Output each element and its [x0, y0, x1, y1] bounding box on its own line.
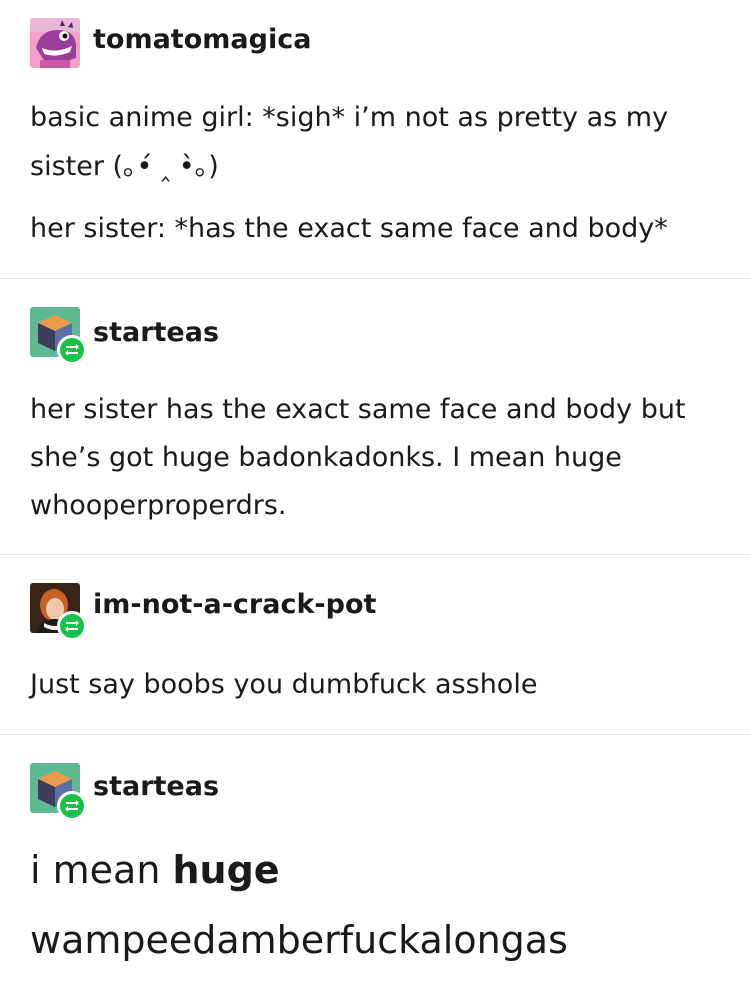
post-text-line: basic anime girl: *sigh* i’m not as pret… — [30, 102, 669, 133]
username[interactable]: starteas — [93, 317, 219, 348]
post-text-line: whooperproperdrs. — [30, 490, 287, 521]
username[interactable]: starteas — [93, 771, 219, 802]
username[interactable]: im-not-a-crack-pot — [93, 589, 376, 620]
post-text-large-line: wampeedamberfuckalongas — [30, 918, 568, 962]
text-normal: i mean — [30, 848, 173, 892]
post-text-line: Just say boobs you dumbfuck asshole — [30, 669, 538, 700]
reblog-icon — [57, 791, 87, 821]
post-text-line: her sister has the exact same face and b… — [30, 394, 686, 425]
post-text-line: she’s got huge badonkadonks. I mean huge — [30, 442, 622, 473]
post-text-line: sister (｡•́ ‸ •̀｡) — [30, 151, 219, 182]
username[interactable]: tomatomagica — [93, 24, 311, 55]
pink-monster-avatar-icon[interactable] — [30, 18, 80, 68]
post-tomatomagica: tomatomagica basic anime girl: *sigh* i’… — [0, 0, 750, 278]
post-text-large-line: i mean huge — [30, 844, 280, 896]
reblog-icon — [57, 335, 87, 365]
post-im-not-a-crack-pot: im-not-a-crack-pot Just say boobs you du… — [0, 555, 750, 734]
post-starteas-2: starteas i mean huge wampeedamberfuckalo… — [0, 735, 750, 990]
text-bold: huge — [172, 848, 280, 892]
post-starteas: starteas her sister has the exact same f… — [0, 279, 750, 554]
post-text-line: her sister: *has the exact same face and… — [30, 213, 668, 244]
reblog-icon — [57, 611, 87, 641]
